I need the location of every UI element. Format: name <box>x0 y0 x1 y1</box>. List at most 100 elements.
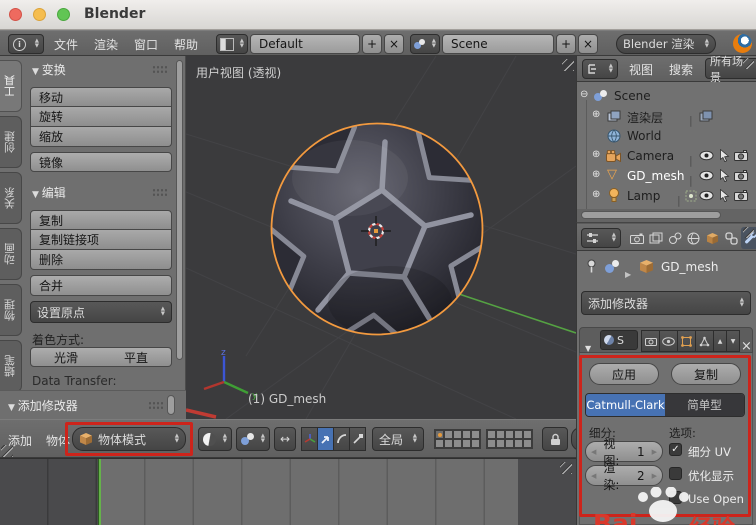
modifier-cage-toggle[interactable] <box>695 330 714 352</box>
menu-help[interactable]: 帮助 <box>174 36 198 53</box>
screen-layout-browse-button[interactable] <box>216 34 248 54</box>
screen-layout-name-field[interactable]: Default <box>250 34 360 54</box>
tab-scene-icon[interactable] <box>665 227 684 249</box>
tab-object-icon[interactable] <box>703 227 722 249</box>
shade-smooth-button[interactable]: 光滑 <box>30 347 102 367</box>
modifier-editmode-toggle[interactable] <box>677 330 696 352</box>
tab-physics[interactable]: 物理 <box>0 284 22 336</box>
outliner-search-menu[interactable]: 搜索 <box>669 61 693 78</box>
move-button[interactable]: 移动 <box>30 87 172 107</box>
outliner-row-lamp[interactable]: ⊕ Lamp <box>577 186 756 206</box>
panel-drag-handle[interactable] <box>152 65 167 74</box>
context-scene-icon[interactable] <box>605 260 619 273</box>
editor-type-info-button[interactable]: i <box>8 34 44 54</box>
area-resize-corner[interactable] <box>743 227 754 238</box>
pivot-point-dropdown[interactable] <box>236 427 270 451</box>
selectability-cursor-icon[interactable] <box>719 189 730 202</box>
outliner-row-camera[interactable]: ⊕ Camera <box>577 146 756 166</box>
modifier-render-toggle[interactable] <box>641 330 660 352</box>
expand-icon[interactable]: ⊕ <box>592 110 600 120</box>
modifier-viewport-toggle[interactable] <box>659 330 678 352</box>
menu-window[interactable]: 窗口 <box>134 36 158 53</box>
visibility-eye-icon[interactable] <box>699 190 714 201</box>
add-scene-button[interactable]: + <box>556 34 576 54</box>
outliner-row-gdmesh[interactable]: ⊕ ▽ GD_mesh <box>577 166 756 186</box>
minimize-window-button[interactable] <box>33 8 46 21</box>
tab-render-layers-icon[interactable] <box>646 227 665 249</box>
tab-tools[interactable]: 工具 <box>0 60 22 112</box>
scene-browse-button[interactable] <box>410 34 440 54</box>
layers-grid-right[interactable] <box>486 429 533 449</box>
panel-header-edit[interactable]: 编辑 <box>32 184 66 201</box>
area-resize-corner[interactable] <box>562 59 574 71</box>
collapse-icon[interactable]: ⊖ <box>580 90 588 100</box>
outliner-row-scene[interactable]: ⊖ Scene <box>577 86 756 106</box>
tab-render-icon[interactable] <box>627 227 646 249</box>
simple-option[interactable]: 简单型 <box>665 394 744 416</box>
manipulator-translate-icon[interactable] <box>317 427 334 451</box>
set-origin-dropdown[interactable]: 设置原点 <box>30 301 172 323</box>
expand-icon[interactable]: ⊕ <box>592 150 600 160</box>
modifier-name-field[interactable]: S <box>600 330 638 350</box>
outliner-view-menu[interactable]: 视图 <box>629 61 653 78</box>
renderability-camera-icon[interactable] <box>734 170 748 181</box>
editor-type-properties-button[interactable] <box>581 228 621 248</box>
add-modifier-dropdown[interactable]: 添加修改器 <box>581 291 751 315</box>
area-resize-corner[interactable] <box>743 58 754 69</box>
outliner-hscroll-thumb[interactable] <box>581 211 721 219</box>
panel-header-transform[interactable]: 变换 <box>32 61 66 78</box>
add-menu[interactable]: 添加 <box>8 432 32 449</box>
close-window-button[interactable] <box>9 8 22 21</box>
mirror-button[interactable]: 镜像 <box>30 152 172 172</box>
object-menu[interactable]: 物体 <box>46 432 70 449</box>
current-frame-playhead[interactable] <box>98 459 101 525</box>
tab-create[interactable]: 创建 <box>0 116 22 168</box>
pivot-center-toggle[interactable] <box>274 427 296 451</box>
delete-scene-button[interactable]: × <box>578 34 598 54</box>
area-resize-corner[interactable] <box>560 462 572 474</box>
optimal-display-checkbox[interactable] <box>669 467 682 480</box>
tab-world-icon[interactable] <box>684 227 703 249</box>
visibility-eye-icon[interactable] <box>699 170 714 181</box>
maximize-window-button[interactable] <box>57 8 70 21</box>
scene-name-field[interactable]: Scene <box>442 34 554 54</box>
editor-type-outliner-button[interactable] <box>582 59 618 79</box>
layers-grid-left[interactable] <box>434 429 481 449</box>
scene-lock-toggle[interactable] <box>542 427 568 451</box>
panel-drag-handle[interactable] <box>148 401 163 410</box>
manipulator-scale-icon[interactable] <box>349 427 366 451</box>
tab-grease-pencil[interactable]: 蜡笔 <box>0 340 22 392</box>
move-modifier-up-button[interactable]: ▲ <box>713 330 727 352</box>
visibility-eye-icon[interactable] <box>699 150 714 161</box>
catmull-clark-option[interactable]: Catmull-Clark <box>586 394 665 416</box>
tab-relations[interactable]: 关系 <box>0 172 22 224</box>
mode-dropdown[interactable]: 物体模式 <box>72 427 186 451</box>
delete-modifier-button[interactable] <box>741 335 752 354</box>
subdivide-uv-checkbox[interactable] <box>669 443 682 456</box>
viewport-shading-dropdown[interactable] <box>198 427 232 451</box>
copy-modifier-button[interactable]: 复制 <box>671 363 741 385</box>
move-modifier-down-button[interactable]: ▼ <box>726 330 740 352</box>
tab-animation[interactable]: 动画 <box>0 228 22 280</box>
apply-modifier-button[interactable]: 应用 <box>589 363 659 385</box>
render-layers-toggle-icon[interactable] <box>699 110 713 122</box>
add-layout-button[interactable]: + <box>362 34 382 54</box>
menu-render[interactable]: 渲染 <box>94 36 118 53</box>
transform-orientation-dropdown[interactable]: 全局 <box>372 427 424 451</box>
pin-icon[interactable] <box>585 259 598 273</box>
expand-icon[interactable]: ⊕ <box>592 190 600 200</box>
renderability-camera-icon[interactable] <box>734 190 748 201</box>
panel-header-add-modifier[interactable]: 添加修改器 <box>8 397 78 414</box>
panel-scroll-nub[interactable] <box>167 395 175 415</box>
renderability-camera-icon[interactable] <box>734 150 748 161</box>
viewport-3d[interactable]: 用户视图 (透视) z y (1) GD_mesh <box>186 56 576 419</box>
scale-button[interactable]: 缩放 <box>30 127 172 147</box>
manipulator-rotate-icon[interactable] <box>333 427 350 451</box>
menu-file[interactable]: 文件 <box>54 36 78 53</box>
outliner-row-renderlayers[interactable]: ⊕ 渲染层 <box>577 106 756 126</box>
selectability-cursor-icon[interactable] <box>719 149 730 162</box>
duplicate-linked-button[interactable]: 复制链接项 <box>30 230 172 250</box>
outliner-row-world[interactable]: World <box>577 126 756 146</box>
render-subdivisions-slider[interactable]: 渲染: 2 <box>585 461 663 492</box>
rotate-button[interactable]: 旋转 <box>30 107 172 127</box>
